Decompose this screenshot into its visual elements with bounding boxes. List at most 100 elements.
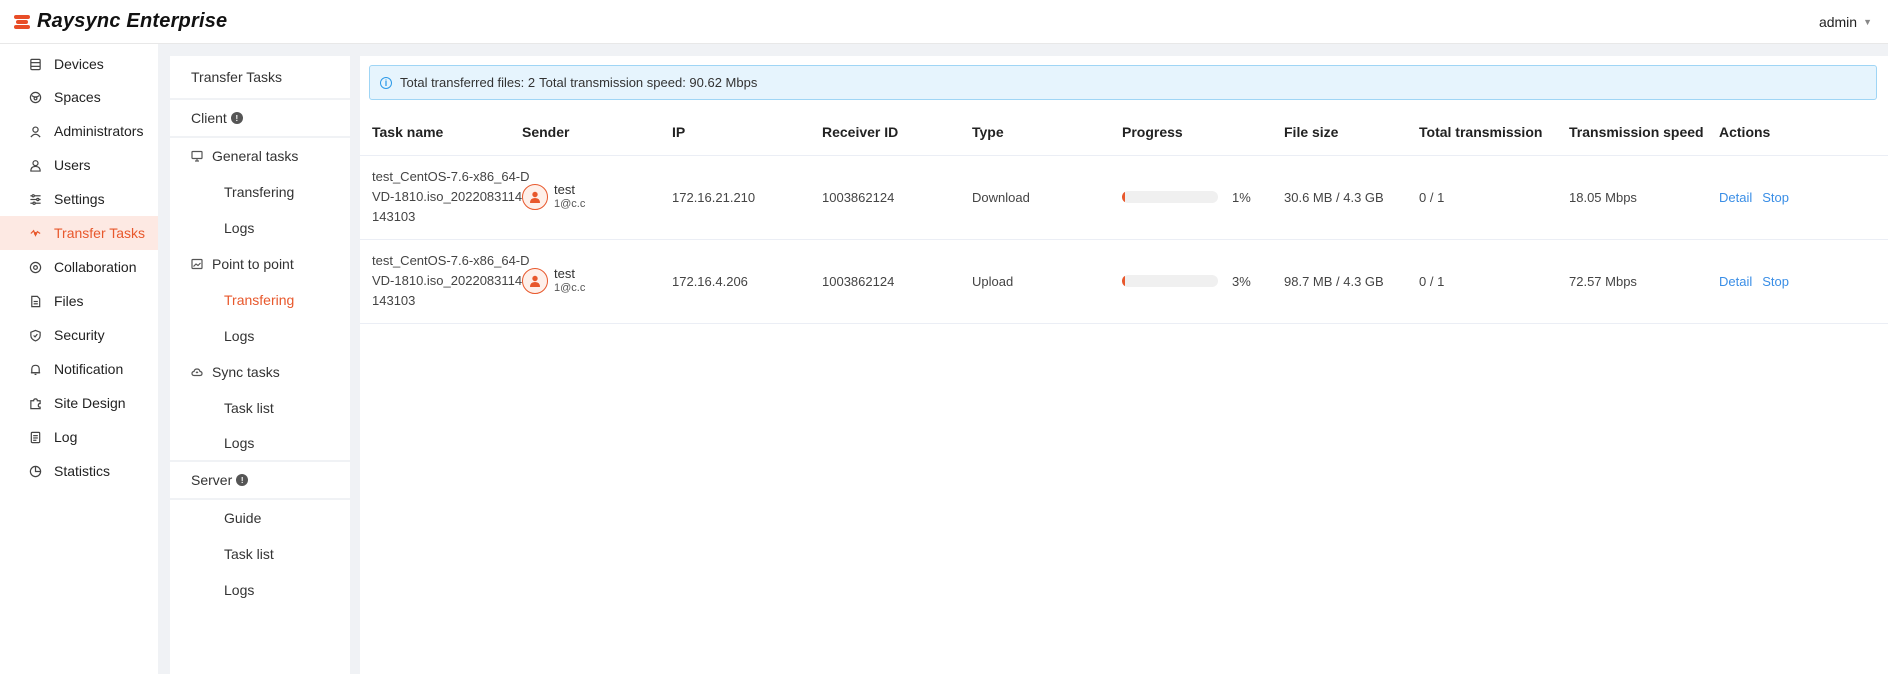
sidebar-item-label: Log bbox=[54, 429, 78, 445]
administrators-icon bbox=[28, 124, 42, 138]
main-content: i Total transferred files: 2 Total transm… bbox=[360, 56, 1888, 674]
column-header: Receiver ID bbox=[810, 110, 960, 156]
sidebar-item-label: Files bbox=[54, 293, 84, 309]
top-header: Raysync Enterprise admin ▼ bbox=[0, 0, 1888, 44]
column-header: File size bbox=[1272, 110, 1407, 156]
detail-link[interactable]: Detail bbox=[1719, 190, 1752, 205]
sidebar-item-statistics[interactable]: Statistics bbox=[0, 454, 158, 488]
log-icon bbox=[28, 430, 42, 444]
ip-cell: 172.16.4.206 bbox=[660, 239, 810, 324]
submenu-point-to-point[interactable]: Point to point bbox=[170, 246, 350, 282]
sidebar-item-users[interactable]: Users bbox=[0, 148, 158, 182]
devices-icon bbox=[28, 57, 42, 71]
sidebar-item-collaboration[interactable]: Collaboration bbox=[0, 250, 158, 284]
actions-cell: Detail Stop bbox=[1707, 155, 1888, 240]
stop-link[interactable]: Stop bbox=[1762, 190, 1789, 205]
username: admin bbox=[1818, 13, 1858, 30]
info-icon[interactable]: ! bbox=[236, 474, 249, 486]
settings-icon bbox=[28, 192, 42, 206]
stop-link[interactable]: Stop bbox=[1762, 274, 1789, 289]
sidebar-item-label: Administrators bbox=[54, 123, 144, 139]
client-label: Client bbox=[191, 110, 227, 126]
sender-name: test bbox=[554, 266, 575, 281]
submenu-p2p-logs[interactable]: Logs bbox=[170, 318, 350, 354]
submenu-client-group: Client ! bbox=[170, 100, 350, 138]
file-icon bbox=[28, 294, 42, 308]
column-header: Task name bbox=[360, 110, 510, 156]
sender-email: 1@c.c bbox=[554, 198, 586, 210]
sidebar-item-site-design[interactable]: Site Design bbox=[0, 386, 158, 420]
transfer-icon bbox=[28, 226, 42, 240]
puzzle-icon bbox=[28, 396, 42, 410]
total-files-text: Total transferred files: 2 bbox=[400, 75, 536, 90]
type-cell: Download bbox=[960, 155, 1110, 240]
progress-bar bbox=[1122, 191, 1218, 203]
sidebar-item-administrators[interactable]: Administrators bbox=[0, 114, 158, 148]
submenu-server-guide[interactable]: Guide bbox=[170, 500, 350, 536]
sidebar-item-settings[interactable]: Settings bbox=[0, 182, 158, 216]
sender-name: test bbox=[554, 182, 575, 197]
file-size-cell: 98.7 MB / 4.3 GB bbox=[1272, 239, 1407, 324]
sidebar-item-label: Notification bbox=[54, 361, 124, 377]
column-header: Progress bbox=[1110, 110, 1272, 156]
spaces-icon bbox=[28, 90, 42, 104]
progress-indicator: 1% bbox=[1122, 190, 1272, 205]
submenu-general-logs[interactable]: Logs bbox=[170, 210, 350, 246]
avatar bbox=[522, 184, 548, 210]
summary-alert: i Total transferred files: 2 Total transm… bbox=[369, 65, 1877, 100]
sender-email: 1@c.c bbox=[554, 282, 586, 294]
speed-cell: 72.57 Mbps bbox=[1557, 239, 1707, 324]
column-header: Actions bbox=[1707, 110, 1888, 156]
submenu-server-logs[interactable]: Logs bbox=[170, 572, 350, 608]
general-tasks-label: General tasks bbox=[212, 148, 299, 164]
submenu-sync-task-list[interactable]: Task list bbox=[170, 390, 350, 426]
sidebar-item-log[interactable]: Log bbox=[0, 420, 158, 454]
submenu-sync-logs[interactable]: Logs bbox=[170, 426, 350, 462]
server-label: Server bbox=[191, 472, 233, 488]
submenu-general-tasks[interactable]: General tasks bbox=[170, 138, 350, 174]
submenu-server-task-list[interactable]: Task list bbox=[170, 536, 350, 572]
total-speed-text: Total transmission speed: 90.62 Mbps bbox=[539, 75, 758, 90]
user-menu[interactable]: admin ▼ bbox=[1819, 14, 1872, 30]
submenu-panel: Transfer Tasks Client ! General tasks Tr… bbox=[170, 56, 350, 674]
transfer-table: Task name Sender IP Receiver ID Type Pro… bbox=[360, 110, 1888, 324]
column-header: Sender bbox=[510, 110, 660, 156]
table-header-row: Task name Sender IP Receiver ID Type Pro… bbox=[360, 110, 1888, 156]
detail-link[interactable]: Detail bbox=[1719, 274, 1752, 289]
submenu-p2p-transfering[interactable]: Transfering bbox=[170, 282, 350, 318]
progress-percent: 3% bbox=[1232, 273, 1251, 289]
sidebar-item-devices[interactable]: Devices bbox=[0, 48, 158, 80]
raysync-logo-icon bbox=[14, 13, 32, 31]
info-icon[interactable]: ! bbox=[230, 112, 243, 124]
receiver-id-cell: 1003862124 bbox=[810, 155, 960, 240]
type-cell: Upload bbox=[960, 239, 1110, 324]
sidebar-item-label: Site Design bbox=[54, 395, 126, 411]
submenu-general-transfering[interactable]: Transfering bbox=[170, 174, 350, 210]
column-header: Transmission speed bbox=[1557, 110, 1707, 156]
sidebar-item-security[interactable]: Security bbox=[0, 318, 158, 352]
column-header: Type bbox=[960, 110, 1110, 156]
collaboration-icon bbox=[28, 260, 42, 274]
sidebar-item-spaces[interactable]: Spaces bbox=[0, 80, 158, 114]
cloud-sync-icon bbox=[191, 366, 203, 378]
sidebar-item-label: Security bbox=[54, 327, 105, 343]
submenu-title: Transfer Tasks bbox=[170, 56, 350, 100]
user-icon bbox=[28, 158, 42, 172]
image-icon bbox=[191, 258, 203, 270]
sidebar-item-transfer-tasks[interactable]: Transfer Tasks bbox=[0, 216, 158, 250]
logo[interactable]: Raysync Enterprise bbox=[14, 10, 227, 33]
speed-cell: 18.05 Mbps bbox=[1557, 155, 1707, 240]
bell-icon bbox=[28, 362, 42, 376]
info-circle-icon: i bbox=[380, 76, 392, 89]
sidebar-item-notification[interactable]: Notification bbox=[0, 352, 158, 386]
task-name: test_CentOS-7.6-x86_64-DVD-1810.iso_2022… bbox=[372, 169, 530, 224]
sidebar-item-label: Users bbox=[54, 157, 91, 173]
submenu-server-group: Server ! bbox=[170, 462, 350, 500]
sidebar: Devices Spaces Administrators Users Sett… bbox=[0, 44, 158, 674]
submenu-sync-tasks[interactable]: Sync tasks bbox=[170, 354, 350, 390]
monitor-icon bbox=[191, 150, 203, 162]
progress-bar bbox=[1122, 275, 1218, 287]
sidebar-item-label: Collaboration bbox=[54, 259, 137, 275]
total-transmission-cell: 0 / 1 bbox=[1407, 155, 1557, 240]
sidebar-item-files[interactable]: Files bbox=[0, 284, 158, 318]
